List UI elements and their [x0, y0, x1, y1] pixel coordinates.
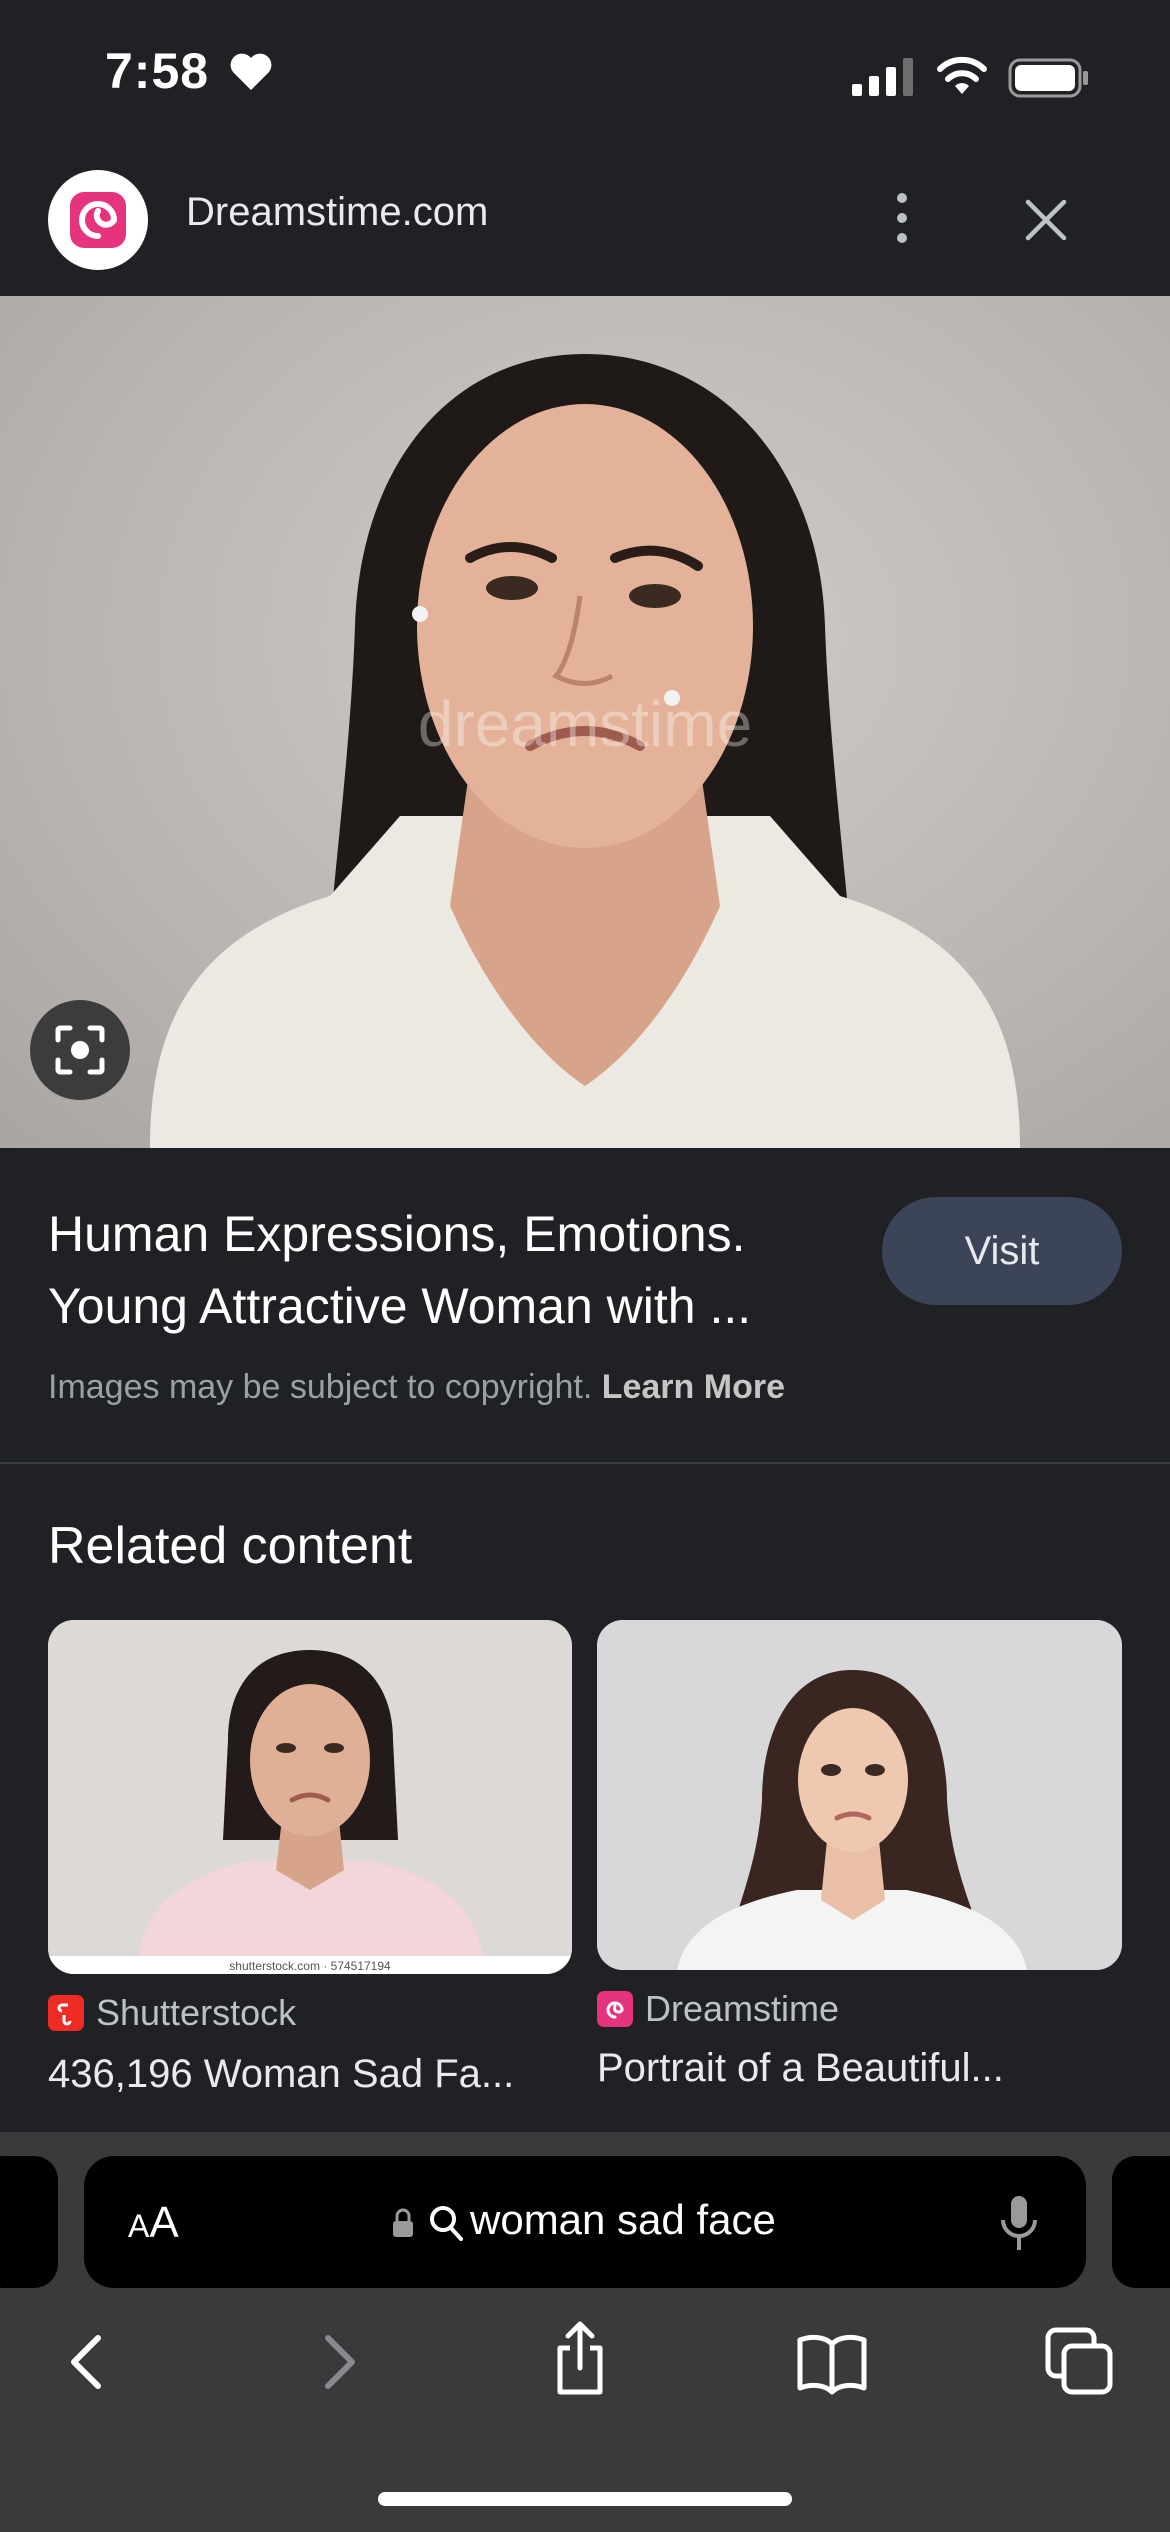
sad-woman-thumbnail-1: shutterstock.com · 574517194	[48, 1620, 572, 1974]
more-vertical-icon[interactable]	[884, 188, 920, 248]
aa-small-letter: A	[128, 2208, 150, 2244]
related-card-1-image[interactable]: shutterstock.com · 574517194	[48, 1620, 572, 1974]
close-icon[interactable]	[1022, 196, 1070, 244]
result-title[interactable]: Human Expressions, Emotions. Young Attra…	[48, 1198, 848, 1342]
heart-icon	[230, 53, 272, 90]
source-header	[0, 150, 1170, 296]
page-settings-button[interactable]: AA	[128, 2198, 179, 2248]
status-time: 7:58	[105, 43, 210, 99]
related-card-2-title[interactable]: Portrait of a Beautiful...	[597, 2046, 1004, 2091]
next-tab-peek[interactable]	[1112, 2156, 1170, 2288]
chevron-left-icon[interactable]	[56, 2326, 120, 2398]
lens-button[interactable]	[30, 1000, 130, 1100]
share-icon[interactable]	[548, 2318, 612, 2398]
related-card-2-image[interactable]	[597, 1620, 1122, 1970]
signal-icon	[852, 58, 913, 96]
book-icon[interactable]	[796, 2326, 868, 2398]
related-card-1-source: Shutterstock	[48, 1992, 296, 2034]
site-name[interactable]: Dreamstime.com	[186, 190, 488, 235]
microphone-icon[interactable]	[998, 2194, 1040, 2254]
aa-large-letter: A	[149, 2198, 179, 2247]
related-card-2-source: Dreamstime	[597, 1988, 839, 2030]
home-indicator[interactable]	[378, 2492, 792, 2506]
wifi-icon	[937, 56, 987, 94]
copyright-notice: Images may be subject to copyright. Lear…	[48, 1368, 785, 1407]
watermark-text: dreamstime	[418, 688, 752, 760]
woman-portrait-image: dreamstime	[150, 354, 1020, 1148]
result-title-line-2: Young Attractive Woman with ...	[48, 1278, 752, 1334]
previous-tab-peek[interactable]	[0, 2156, 58, 2288]
lens-icon	[55, 1025, 105, 1075]
related-content-heading: Related content	[48, 1517, 413, 1575]
address-text[interactable]: woman sad face	[470, 2196, 776, 2244]
copyright-text: Images may be subject to copyright.	[48, 1368, 593, 1406]
dreamstime-logo-icon	[70, 192, 126, 248]
chevron-right-icon[interactable]	[306, 2326, 370, 2398]
section-divider	[0, 1462, 1170, 1464]
card-1-source-name: Shutterstock	[96, 1992, 297, 2033]
card-1-caption: shutterstock.com · 574517194	[229, 1959, 391, 1973]
dreamstime-icon	[597, 1991, 633, 2027]
main-result-image[interactable]: dreamstime	[0, 296, 1170, 1148]
related-card-1-title[interactable]: 436,196 Woman Sad Fa...	[48, 2052, 514, 2097]
tabs-icon[interactable]	[1044, 2326, 1116, 2398]
dreamstime-logo[interactable]	[48, 170, 148, 270]
card-2-source-name: Dreamstime	[645, 1988, 840, 2029]
search-icon	[430, 2206, 463, 2241]
learn-more-link[interactable]: Learn More	[602, 1368, 785, 1406]
result-title-line-1: Human Expressions, Emotions.	[48, 1206, 746, 1262]
battery-icon	[1008, 58, 1088, 98]
shutterstock-icon	[48, 1995, 84, 2031]
sad-woman-thumbnail-2	[597, 1620, 1122, 1970]
lock-icon	[393, 2208, 413, 2237]
visit-button[interactable]: Visit	[882, 1197, 1122, 1305]
